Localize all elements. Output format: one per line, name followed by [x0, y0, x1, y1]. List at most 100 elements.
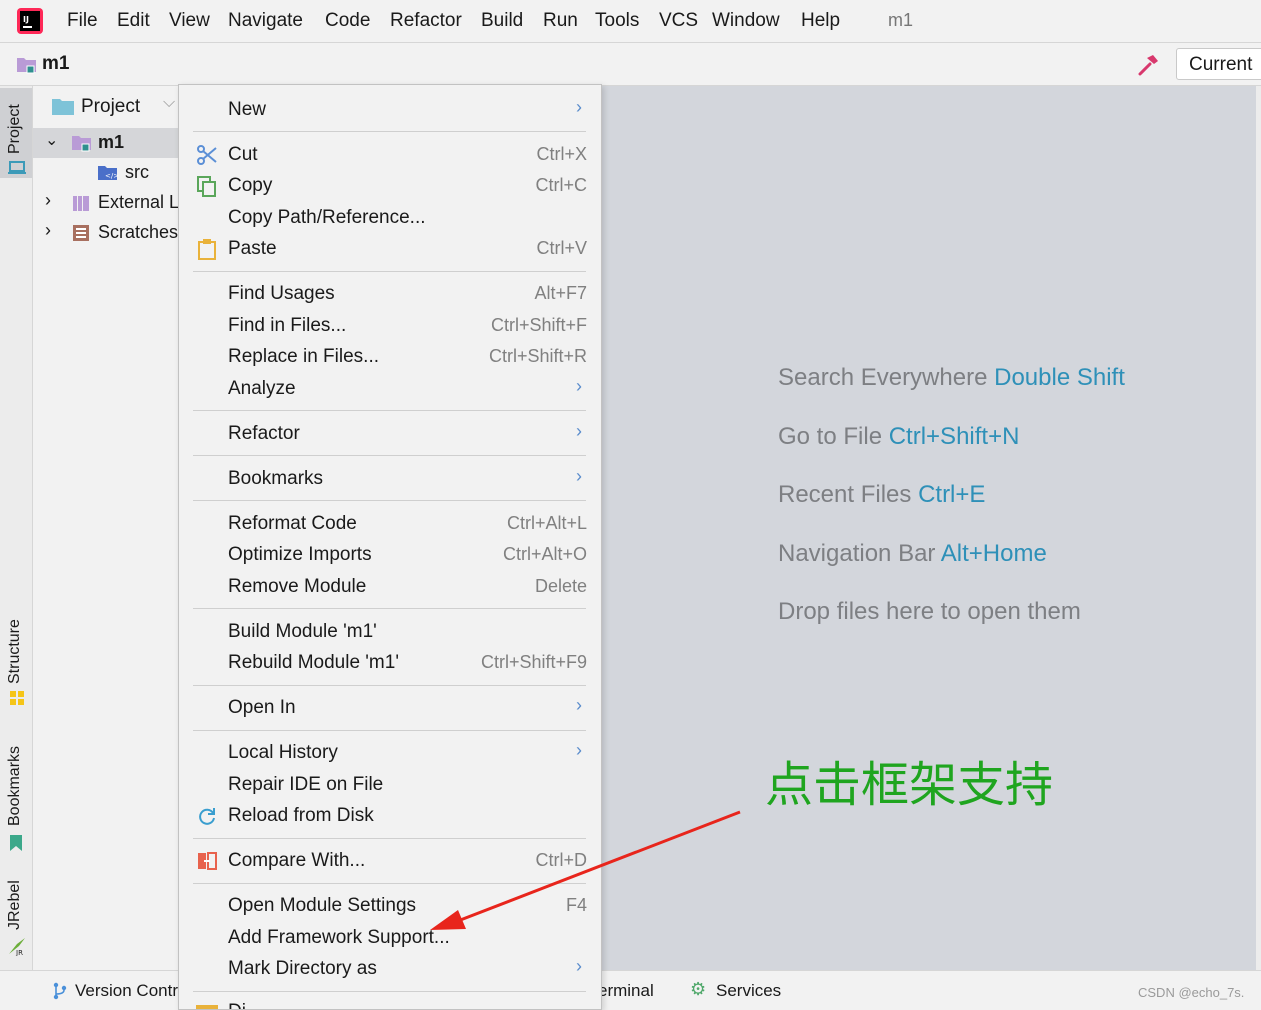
chevron-right-icon[interactable]: › — [45, 190, 51, 211]
menu-item-compare-with[interactable]: Compare With... Ctrl+D — [179, 846, 601, 876]
menu-window[interactable]: Window — [712, 10, 780, 32]
chevron-down-icon[interactable]: ⌵ — [163, 94, 175, 112]
menu-item-shortcut: Ctrl+Alt+O — [502, 544, 587, 564]
menu-item-replace-in-files[interactable]: Replace in Files... Ctrl+Shift+R — [179, 342, 601, 372]
tree-node-src[interactable]: </> src — [33, 158, 179, 188]
menu-help[interactable]: Help — [801, 10, 840, 32]
menu-run[interactable]: Run — [543, 10, 578, 32]
menu-item-partial[interactable]: Di — [179, 997, 601, 1009]
menu-item-shortcut: Ctrl+Shift+R — [488, 346, 587, 366]
tool-tab-label: Services — [716, 981, 782, 1000]
module-folder-icon — [72, 136, 91, 152]
hint-shortcut: Ctrl+E — [918, 481, 986, 508]
bookmarks-tool-icon — [10, 835, 22, 851]
services-gear-icon: ⚙ — [690, 979, 707, 999]
menu-tools[interactable]: Tools — [595, 10, 639, 32]
hint-recent-files: Recent Files Ctrl+E — [778, 481, 985, 509]
menu-item-build-module[interactable]: Build Module 'm1' — [179, 617, 601, 647]
menu-item-label: Open Module Settings — [228, 895, 417, 916]
hint-go-to-file: Go to File Ctrl+Shift+N — [778, 423, 1019, 451]
menu-item-refactor[interactable]: Refactor › — [179, 419, 601, 449]
menu-item-shortcut: Alt+F7 — [534, 283, 587, 303]
submenu-arrow-icon: › — [576, 421, 582, 441]
submenu-arrow-icon: › — [576, 695, 582, 715]
editor-empty-area: Search Everywhere Double Shift Go to Fil… — [600, 86, 1257, 970]
svg-text:JR: JR — [15, 949, 23, 956]
menu-navigate[interactable]: Navigate — [228, 10, 303, 32]
navigation-bar: m1 Current — [0, 43, 1261, 86]
svg-text:IJ: IJ — [23, 15, 29, 24]
menu-file[interactable]: File — [67, 10, 98, 32]
menu-item-new[interactable]: New › — [179, 95, 601, 125]
menu-build[interactable]: Build — [481, 10, 523, 32]
menu-item-analyze[interactable]: Analyze › — [179, 374, 601, 404]
menu-item-find-usages[interactable]: Find Usages Alt+F7 — [179, 279, 601, 309]
menu-item-copy-path[interactable]: Copy Path/Reference... — [179, 203, 601, 233]
chevron-right-icon[interactable]: › — [45, 220, 51, 241]
menu-item-paste[interactable]: Paste Ctrl+V — [179, 234, 601, 264]
project-panel-header[interactable]: Project ⌵ — [33, 86, 179, 126]
menu-item-add-framework-support[interactable]: Add Framework Support... — [179, 923, 601, 953]
compare-icon — [198, 852, 217, 870]
menu-item-copy[interactable]: Copy Ctrl+C — [179, 171, 601, 201]
hint-search-everywhere: Search Everywhere Double Shift — [778, 364, 1125, 392]
tool-tab-project-label: Project — [6, 104, 23, 154]
menu-item-open-in[interactable]: Open In › — [179, 693, 601, 723]
menu-refactor[interactable]: Refactor — [390, 10, 462, 32]
project-tool-window: Project ⌵ ⌄ m1 </> src › External L › Sc… — [33, 86, 179, 970]
tool-tab-structure[interactable]: Structure — [0, 606, 32, 706]
menu-item-label: Copy Path/Reference... — [228, 207, 426, 228]
menu-item-bookmarks[interactable]: Bookmarks › — [179, 464, 601, 494]
chevron-down-icon[interactable]: ⌄ — [45, 130, 58, 150]
menu-vcs[interactable]: VCS — [659, 10, 698, 32]
menu-item-cut[interactable]: Cut Ctrl+X — [179, 140, 601, 170]
menu-item-reformat-code[interactable]: Reformat Code Ctrl+Alt+L — [179, 509, 601, 539]
copy-icon — [197, 176, 216, 197]
tool-tab-project[interactable]: Project — [0, 88, 32, 178]
run-configuration-select[interactable]: Current — [1176, 48, 1261, 80]
menu-code[interactable]: Code — [325, 10, 370, 32]
menu-item-shortcut: Ctrl+Shift+F — [490, 315, 587, 335]
tool-tab-jrebel[interactable]: JRebel JR — [0, 876, 32, 966]
menu-item-mark-directory-as[interactable]: Mark Directory as › — [179, 954, 601, 984]
jrebel-rocket-icon: JR — [9, 938, 25, 956]
submenu-arrow-icon: › — [576, 466, 582, 486]
submenu-arrow-icon: › — [576, 740, 582, 760]
build-hammer-icon[interactable] — [1136, 53, 1160, 77]
tool-tab-terminal[interactable]: erminal — [598, 981, 654, 1001]
menu-item-reload-from-disk[interactable]: Reload from Disk — [179, 801, 601, 831]
tree-node-external-libraries[interactable]: › External L — [33, 188, 179, 218]
menu-item-local-history[interactable]: Local History › — [179, 738, 601, 768]
tree-node-m1[interactable]: ⌄ m1 — [33, 128, 179, 158]
menu-edit[interactable]: Edit — [117, 10, 150, 32]
menu-item-find-in-files[interactable]: Find in Files... Ctrl+Shift+F — [179, 311, 601, 341]
menu-item-label: New — [228, 99, 267, 120]
menu-item-rebuild-module[interactable]: Rebuild Module 'm1' Ctrl+Shift+F9 — [179, 648, 601, 678]
structure-tool-icon — [10, 691, 24, 705]
menu-item-optimize-imports[interactable]: Optimize Imports Ctrl+Alt+O — [179, 540, 601, 570]
project-panel-title: Project — [81, 96, 141, 117]
menu-item-label: Reformat Code — [228, 513, 357, 534]
submenu-arrow-icon: › — [576, 956, 582, 976]
menu-item-open-module-settings[interactable]: Open Module Settings F4 — [179, 891, 601, 921]
menu-item-remove-module[interactable]: Remove Module Delete — [179, 572, 601, 602]
tool-tab-label: erminal — [598, 981, 654, 1000]
tree-node-scratches[interactable]: › Scratches — [33, 218, 179, 248]
hint-drop-files: Drop files here to open them — [778, 598, 1081, 626]
menu-view[interactable]: View — [169, 10, 210, 32]
menu-item-label: Find Usages — [228, 283, 335, 304]
submenu-arrow-icon: › — [576, 376, 582, 396]
tool-tab-bookmarks[interactable]: Bookmarks — [0, 736, 32, 856]
tool-tab-jrebel-label: JRebel — [6, 880, 23, 930]
tree-node-label: Scratches — [98, 222, 179, 242]
breadcrumb-project[interactable]: m1 — [42, 53, 69, 75]
menu-item-shortcut: Ctrl+X — [536, 144, 587, 164]
menu-separator — [193, 730, 586, 731]
right-tool-stripe — [1256, 86, 1261, 970]
menu-item-shortcut: Ctrl+D — [535, 850, 587, 870]
submenu-arrow-icon: › — [576, 97, 582, 117]
menu-item-shortcut: Ctrl+Alt+L — [506, 513, 587, 533]
menu-item-repair-ide[interactable]: Repair IDE on File — [179, 770, 601, 800]
menu-item-label: Mark Directory as — [228, 958, 377, 979]
annotation-text: 点击框架支持 — [765, 757, 1054, 813]
